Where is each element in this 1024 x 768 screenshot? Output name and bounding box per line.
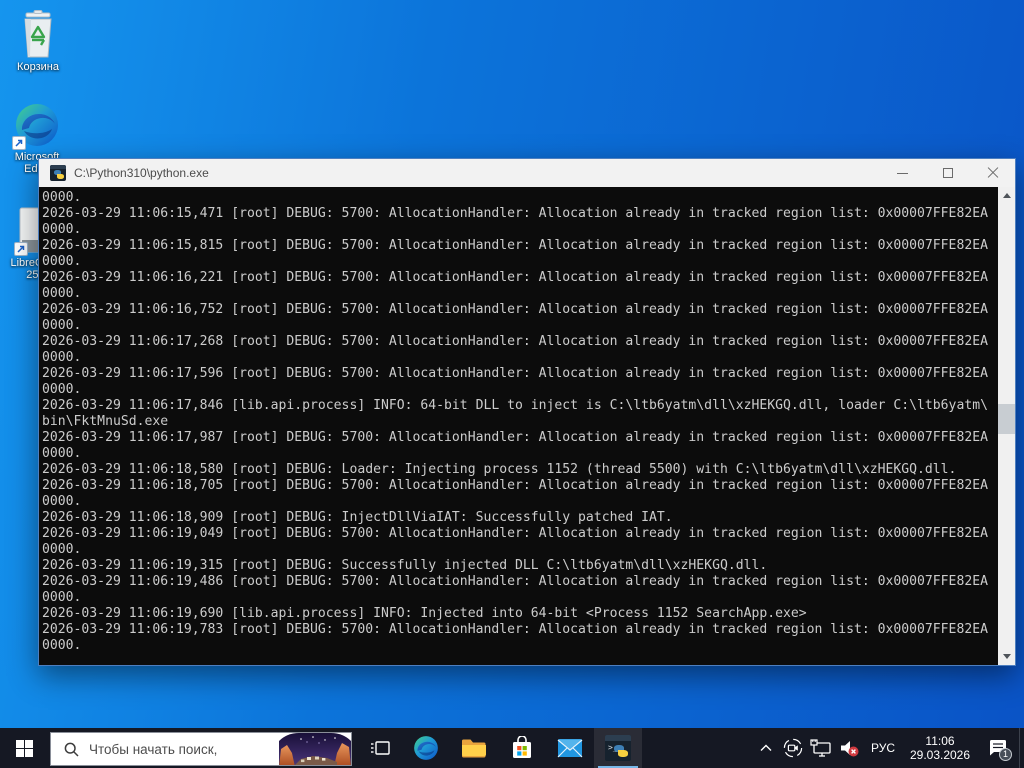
python-console-icon: >_ xyxy=(605,735,631,761)
desktop-icon-recycle-bin[interactable]: Корзина xyxy=(6,10,70,73)
search-input[interactable]: Чтобы начать поиск, xyxy=(50,732,352,766)
chevron-up-icon xyxy=(760,744,772,751)
file-explorer-icon xyxy=(462,739,486,758)
taskbar: Чтобы начать поиск, >_ РУС 11:06 29.03.2… xyxy=(0,728,1024,768)
network-status-button[interactable] xyxy=(807,728,835,768)
edge-icon xyxy=(414,736,438,760)
language-indicator[interactable]: РУС xyxy=(863,728,903,768)
taskbar-app-python-console[interactable]: >_ xyxy=(594,728,642,768)
window-titlebar[interactable]: C:\Python310\python.exe xyxy=(39,159,1015,187)
chevron-down-icon xyxy=(1002,654,1011,659)
scroll-down-button[interactable] xyxy=(998,648,1015,665)
notification-badge: 1 xyxy=(999,748,1012,761)
python-console-icon xyxy=(50,165,66,181)
show-desktop-button[interactable] xyxy=(1019,728,1024,768)
network-ethernet-icon xyxy=(810,739,831,757)
recycle-bin-icon xyxy=(17,10,59,58)
maximize-button[interactable] xyxy=(925,159,970,187)
search-icon xyxy=(64,742,79,757)
mail-icon xyxy=(557,739,583,758)
edge-icon xyxy=(12,102,60,150)
task-view-button[interactable] xyxy=(358,728,402,768)
task-view-icon xyxy=(371,741,390,755)
close-button[interactable] xyxy=(970,159,1015,187)
vertical-scrollbar[interactable] xyxy=(998,187,1015,665)
shortcut-arrow-icon xyxy=(14,242,28,256)
volume-muted-icon xyxy=(841,741,859,757)
search-highlight-image[interactable] xyxy=(279,733,351,766)
taskbar-app-edge[interactable] xyxy=(402,728,450,768)
windows-logo-icon xyxy=(15,739,33,757)
minimize-icon xyxy=(897,172,908,174)
scroll-up-button[interactable] xyxy=(998,187,1015,204)
store-icon xyxy=(513,736,531,758)
chevron-up-icon xyxy=(1002,193,1011,198)
minimize-button[interactable] xyxy=(880,159,925,187)
window-title: C:\Python310\python.exe xyxy=(74,166,209,180)
taskbar-app-mail[interactable] xyxy=(546,728,594,768)
volume-button[interactable] xyxy=(835,728,863,768)
taskbar-app-store[interactable] xyxy=(498,728,546,768)
clock-date: 29.03.2026 xyxy=(909,748,971,762)
console-output[interactable]: 0000. 2026-03-29 11:06:15,471 [root] DEB… xyxy=(39,187,998,665)
clock-time: 11:06 xyxy=(925,734,955,748)
scrollbar-thumb[interactable] xyxy=(998,404,1015,434)
meet-now-icon xyxy=(783,738,803,758)
close-icon xyxy=(987,167,999,179)
start-button[interactable] xyxy=(0,728,48,768)
maximize-icon xyxy=(942,168,953,178)
recycle-bin-label: Корзина xyxy=(17,61,59,73)
shortcut-arrow-icon xyxy=(12,136,26,150)
tray-expand-button[interactable] xyxy=(753,728,779,768)
action-center-button[interactable]: 1 xyxy=(977,728,1019,768)
console-window: C:\Python310\python.exe 0000. 2026-03-29… xyxy=(38,158,1016,666)
taskbar-app-file-explorer[interactable] xyxy=(450,728,498,768)
meet-now-button[interactable] xyxy=(779,728,807,768)
taskbar-clock[interactable]: 11:06 29.03.2026 xyxy=(903,728,977,768)
desktop-background: Корзина Microsoft Edge LibreOffice 25.2 … xyxy=(0,0,1024,768)
